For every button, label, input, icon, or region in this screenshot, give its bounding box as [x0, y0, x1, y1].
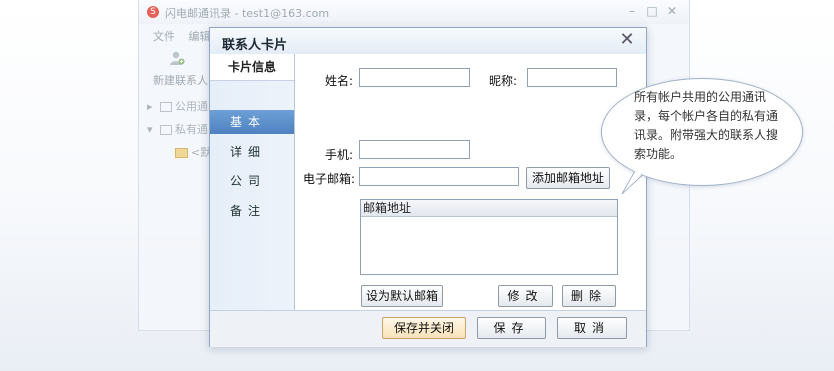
dialog-footer: 保存并关闭 保存 取消 [210, 310, 646, 347]
app-logo-icon: S [147, 6, 159, 18]
tab-company[interactable]: 公司 [210, 169, 294, 193]
save-and-close-button[interactable]: 保存并关闭 [382, 317, 466, 339]
tree-item-private[interactable]: ▾ 私有通 [147, 121, 208, 137]
name-input[interactable] [359, 68, 470, 87]
tab-notes[interactable]: 备注 [210, 199, 294, 223]
close-icon[interactable]: ✕ [665, 4, 679, 18]
nickname-input[interactable] [527, 68, 617, 87]
background-window-title: 闪电邮通讯录 - test1@163.com [165, 7, 330, 20]
email-label: 电子邮箱: [303, 172, 356, 186]
folder-icon [175, 148, 188, 158]
tree-item-default[interactable]: <默 [175, 144, 211, 160]
add-email-button[interactable]: 添加邮箱地址 [526, 167, 610, 189]
callout-tail-cover [624, 161, 649, 192]
tab-details[interactable]: 详细 [210, 140, 294, 164]
name-label: 姓名: [325, 74, 354, 88]
new-contact-label[interactable]: 新建联系人 [153, 72, 208, 88]
tab-basic[interactable]: 基本 [210, 110, 294, 134]
callout-text: 所有帐户共用的公用通讯录，每个帐户各自的私有通讯录。附带强大的联系人搜索功能。 [634, 90, 779, 161]
email-input[interactable] [359, 167, 519, 186]
email-list-header: 邮箱地址 [361, 200, 617, 217]
maximize-icon[interactable]: □ [645, 4, 659, 18]
book-icon [160, 125, 173, 135]
book-icon [160, 102, 173, 112]
background-titlebar: S 闪电邮通讯录 - test1@163.com – □ ✕ [139, 0, 689, 24]
minimize-icon[interactable]: – [625, 4, 639, 18]
dialog-titlebar: 联系人卡片 ✕ [210, 28, 646, 55]
tree-item-public[interactable]: ▸ 公用通 [147, 98, 208, 114]
email-list[interactable]: 邮箱地址 [360, 199, 618, 275]
mobile-input[interactable] [359, 140, 470, 159]
dialog-close-icon[interactable]: ✕ [618, 31, 636, 49]
new-contact-icon[interactable] [169, 50, 185, 66]
contact-card-dialog: 联系人卡片 ✕ 卡片信息 基本 详细 公司 备注 姓名: 昵称: 手机: 电子邮… [209, 27, 647, 347]
menu-edit[interactable]: 编辑 [189, 30, 211, 43]
edit-button[interactable]: 修改 [498, 285, 553, 307]
nickname-label: 昵称: [489, 74, 518, 88]
menu-file[interactable]: 文件 [153, 30, 175, 43]
card-content: 姓名: 昵称: 手机: 电子邮箱: 添加邮箱地址 邮箱地址 设为默认邮箱 修改 … [295, 54, 646, 310]
cancel-button[interactable]: 取消 [557, 317, 627, 339]
delete-button[interactable]: 删除 [562, 285, 616, 307]
mobile-label: 手机: [325, 148, 354, 162]
card-sidebar: 卡片信息 基本 详细 公司 备注 [210, 54, 295, 310]
dialog-title: 联系人卡片 [222, 38, 288, 53]
set-default-email-button[interactable]: 设为默认邮箱 [361, 285, 443, 307]
save-button[interactable]: 保存 [477, 317, 546, 339]
sidebar-header: 卡片信息 [210, 54, 294, 81]
